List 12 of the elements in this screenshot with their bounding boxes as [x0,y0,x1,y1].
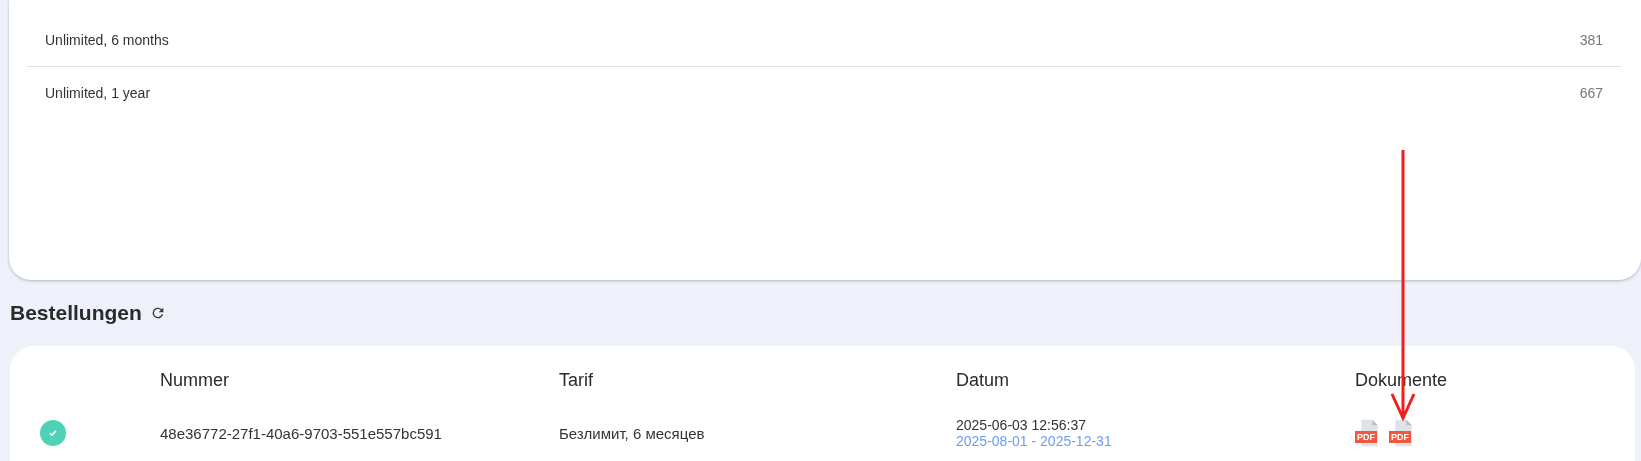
order-date: 2025-06-03 12:56:37 [956,417,1087,433]
tariff-count: 667 [1579,85,1603,101]
period-link[interactable]: 2025-08-01 - 2025-12-31 [956,433,1355,449]
tariff-name: Unlimited, 6 months [45,32,169,48]
order-number: 48e36772-27f1-40a6-9703-551e557bc591 [160,424,443,442]
tariff-count: 381 [1579,32,1603,48]
tariff-name: Unlimited, 1 year [45,85,151,101]
column-header: Nummer [160,369,230,391]
column-header: Tarif [559,369,594,391]
column-header: Datum [956,369,1010,391]
tariff-cell-text: Безлимит, 6 месяцев [559,424,706,442]
section-title: Bestellungen [10,301,142,325]
